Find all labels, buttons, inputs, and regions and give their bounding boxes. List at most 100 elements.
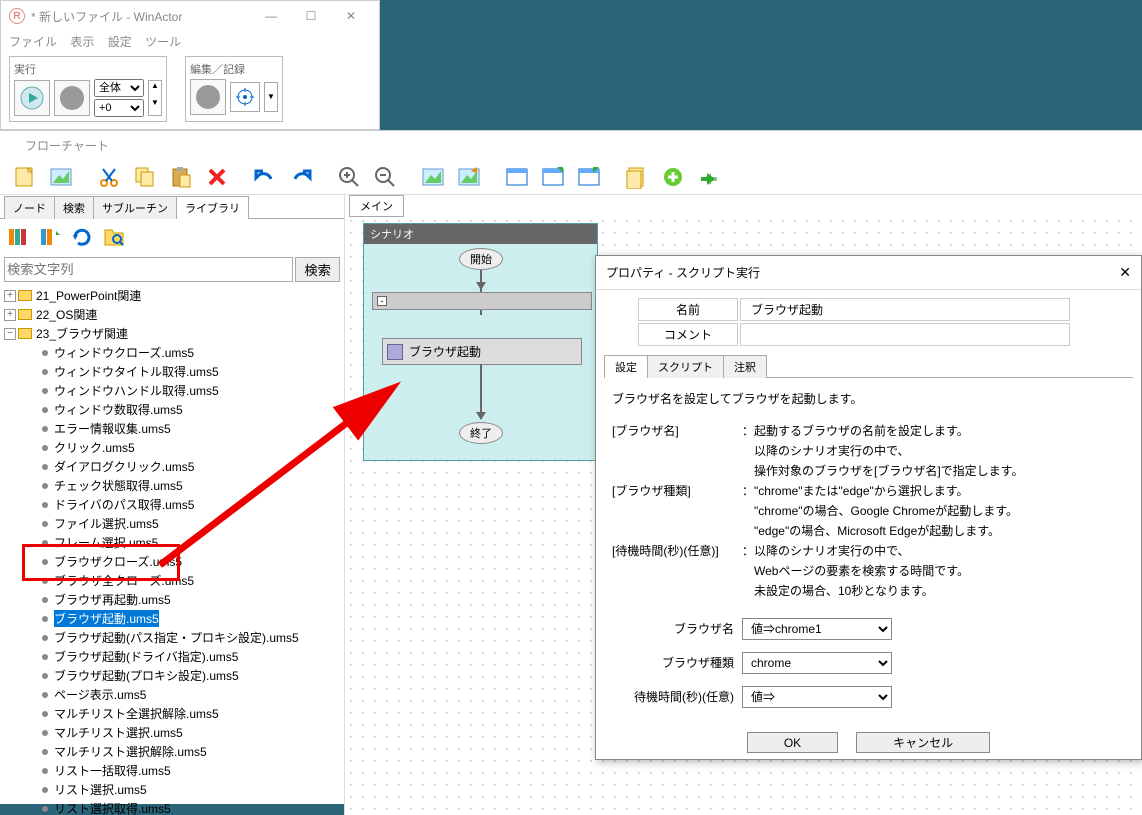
win3-icon[interactable] xyxy=(574,162,604,192)
tree-item[interactable]: ウィンドウクローズ.ums5 xyxy=(4,343,340,362)
tree-item[interactable]: ファイル選択.ums5 xyxy=(4,514,340,533)
tab-subroutine[interactable]: サブルーチン xyxy=(93,196,177,219)
record-button[interactable] xyxy=(190,79,226,115)
lib-books-icon[interactable] xyxy=(4,223,32,251)
add-icon[interactable] xyxy=(658,162,688,192)
note-icon[interactable] xyxy=(622,162,652,192)
dialog-titlebar: プロパティ - スクリプト実行 ✕ xyxy=(596,256,1141,290)
tree-folder[interactable]: +22_OS関連 xyxy=(4,305,340,324)
tree-item[interactable]: ダイアログクリック.ums5 xyxy=(4,457,340,476)
name-value[interactable]: ブラウザ起動 xyxy=(740,298,1070,321)
cut-icon[interactable] xyxy=(94,162,124,192)
target-dropdown[interactable]: ▼ xyxy=(264,82,278,112)
zoom-out-icon[interactable] xyxy=(370,162,400,192)
tab-script[interactable]: スクリプト xyxy=(647,355,724,378)
target-button[interactable] xyxy=(230,82,260,112)
left-panel: ノード 検索 サブルーチン ライブラリ 検索 +21_PowerPoint関連+… xyxy=(0,195,345,815)
refresh-icon[interactable] xyxy=(68,223,96,251)
menu-tools[interactable]: ツール xyxy=(145,35,181,49)
tree-item[interactable]: ウィンドウタイトル取得.ums5 xyxy=(4,362,340,381)
tree-item[interactable]: ウィンドウハンドル取得.ums5 xyxy=(4,381,340,400)
delete-icon[interactable] xyxy=(202,162,232,192)
maximize-button[interactable]: ☐ xyxy=(291,2,331,30)
nav-icon[interactable] xyxy=(694,162,724,192)
tab-node[interactable]: ノード xyxy=(4,196,55,219)
tree-item[interactable]: ブラウザ再起動.ums5 xyxy=(4,590,340,609)
tree-item[interactable]: ブラウザ全クローズ.ums5 xyxy=(4,571,340,590)
action-node-label: ブラウザ起動 xyxy=(409,343,481,360)
undo-icon[interactable] xyxy=(250,162,280,192)
param-descriptions: [ブラウザ名]：起動するブラウザの名前を設定します。 以降のシナリオ実行の中で、… xyxy=(612,422,1125,600)
ok-button[interactable]: OK xyxy=(747,732,838,753)
tree-item[interactable]: リスト選択.ums5 xyxy=(4,780,340,799)
paste-icon[interactable] xyxy=(166,162,196,192)
browser-type-select[interactable]: chrome xyxy=(742,652,892,674)
img2-icon[interactable] xyxy=(454,162,484,192)
tree-item[interactable]: ウィンドウ数取得.ums5 xyxy=(4,400,340,419)
wait-select[interactable]: 値⇒ xyxy=(742,686,892,708)
tree-item[interactable]: ブラウザ起動(パス指定・プロキシ設定).ums5 xyxy=(4,628,340,647)
dialog-buttons: OK キャンセル xyxy=(612,732,1125,753)
stop-button[interactable] xyxy=(54,80,90,116)
tree-folder[interactable]: +21_PowerPoint関連 xyxy=(4,286,340,305)
tree-item[interactable]: ドライバのパス取得.ums5 xyxy=(4,495,340,514)
menu-view[interactable]: 表示 xyxy=(70,35,94,49)
exec-group: 実行 全体 +0 ▲ ▼ xyxy=(9,56,167,122)
browser-type-label: ブラウザ種類 xyxy=(612,654,742,672)
tree-item[interactable]: マルチリスト選択解除.ums5 xyxy=(4,742,340,761)
minimize-button[interactable]: — xyxy=(251,2,291,30)
speed-up[interactable]: ▲ xyxy=(149,81,161,98)
range-select[interactable]: 全体 xyxy=(94,79,144,97)
redo-icon[interactable] xyxy=(286,162,316,192)
new-icon[interactable] xyxy=(10,162,40,192)
end-node[interactable]: 終了 xyxy=(459,422,503,444)
zoom-in-icon[interactable] xyxy=(334,162,364,192)
tree-folder[interactable]: −23_ブラウザ関連 xyxy=(4,324,340,343)
tree-item[interactable]: リスト一括取得.ums5 xyxy=(4,761,340,780)
copy-icon[interactable] xyxy=(130,162,160,192)
window-title: * 新しいファイル - WinActor xyxy=(31,8,182,25)
tab-annotation[interactable]: 注釈 xyxy=(723,355,767,378)
tree-item[interactable]: マルチリスト全選択解除.ums5 xyxy=(4,704,340,723)
menu-settings[interactable]: 設定 xyxy=(108,35,132,49)
tab-search[interactable]: 検索 xyxy=(54,196,94,219)
tree-item[interactable]: ブラウザ起動(ドライバ指定).ums5 xyxy=(4,647,340,666)
search-button[interactable]: 検索 xyxy=(295,257,340,282)
tab-settings[interactable]: 設定 xyxy=(604,355,648,378)
tab-library[interactable]: ライブラリ xyxy=(176,196,249,219)
exec-label: 実行 xyxy=(14,61,162,77)
lib-books2-icon[interactable] xyxy=(36,223,64,251)
tree-item[interactable]: フレーム選択.ums5 xyxy=(4,533,340,552)
img1-icon[interactable] xyxy=(418,162,448,192)
scenario-box[interactable]: シナリオ 開始 - ブラウザ起動 終了 xyxy=(363,223,598,461)
tree-item[interactable]: エラー情報収集.ums5 xyxy=(4,419,340,438)
tree-item[interactable]: ページ表示.ums5 xyxy=(4,685,340,704)
speed-select[interactable]: +0 xyxy=(94,99,144,117)
tree-item[interactable]: クリック.ums5 xyxy=(4,438,340,457)
canvas-tab-main[interactable]: メイン xyxy=(349,195,404,217)
comment-value[interactable] xyxy=(740,323,1070,346)
tree-item[interactable]: リスト選択取得.ums5 xyxy=(4,799,340,815)
close-button[interactable]: ✕ xyxy=(331,2,371,30)
folder-search-icon[interactable] xyxy=(100,223,128,251)
tree-item[interactable]: マルチリスト選択.ums5 xyxy=(4,723,340,742)
tree-item[interactable]: ブラウザ起動(プロキシ設定).ums5 xyxy=(4,666,340,685)
image-icon[interactable] xyxy=(46,162,76,192)
browser-name-select[interactable]: 値⇒chrome1 xyxy=(742,618,892,640)
start-node[interactable]: 開始 xyxy=(459,248,503,270)
action-node[interactable]: ブラウザ起動 xyxy=(382,338,582,365)
group-bar[interactable]: - xyxy=(372,292,592,310)
cancel-button[interactable]: キャンセル xyxy=(856,732,990,753)
search-input[interactable] xyxy=(4,257,293,282)
winactor-main-window: R * 新しいファイル - WinActor — ☐ ✕ ファイル 表示 設定 … xyxy=(0,0,380,130)
win1-icon[interactable] xyxy=(502,162,532,192)
dialog-close-button[interactable]: ✕ xyxy=(1119,264,1131,281)
tree-list[interactable]: +21_PowerPoint関連+22_OS関連−23_ブラウザ関連ウィンドウク… xyxy=(0,284,344,815)
win2-icon[interactable] xyxy=(538,162,568,192)
tree-item[interactable]: チェック状態取得.ums5 xyxy=(4,476,340,495)
play-button[interactable] xyxy=(14,80,50,116)
speed-down[interactable]: ▼ xyxy=(149,98,161,115)
menu-file[interactable]: ファイル xyxy=(9,35,57,49)
tree-item[interactable]: ブラウザ起動.ums5 xyxy=(4,609,340,628)
tree-item[interactable]: ブラウザクローズ.ums5 xyxy=(4,552,340,571)
